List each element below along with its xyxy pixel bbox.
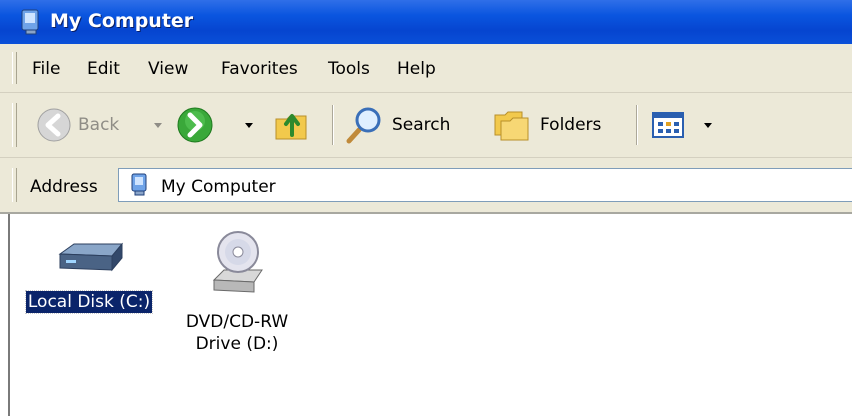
drive-c-label: Local Disk (C:) — [24, 290, 154, 314]
standard-toolbar: Back Search Folders — [0, 93, 852, 158]
drive-d-label-line1: DVD/CD-RW — [185, 312, 289, 332]
menu-bar-grip[interactable] — [12, 52, 17, 84]
folders-button[interactable]: Folders — [492, 105, 601, 145]
toolbar-separator — [332, 105, 334, 145]
menu-help[interactable]: Help — [397, 59, 436, 79]
views-icon — [652, 112, 684, 138]
file-view[interactable]: Local Disk (C:) DVD/CD-RW Drive (D:) — [0, 214, 852, 416]
my-computer-icon — [21, 9, 39, 35]
address-bar: Address My Computer — [0, 158, 852, 214]
views-dropdown-arrow-icon[interactable] — [704, 123, 712, 128]
menu-file[interactable]: File — [32, 59, 60, 79]
back-dropdown-arrow-icon[interactable] — [154, 123, 162, 128]
optical-drive-icon — [212, 231, 263, 293]
forward-button[interactable] — [176, 105, 214, 145]
address-input[interactable]: My Computer — [118, 168, 852, 202]
address-bar-grip[interactable] — [12, 168, 17, 202]
content-left-border — [8, 214, 10, 416]
my-computer-small-icon — [131, 173, 147, 196]
views-button[interactable] — [650, 105, 686, 145]
search-label: Search — [392, 115, 451, 135]
toolbar-grip[interactable] — [12, 103, 17, 147]
search-button[interactable]: Search — [344, 105, 450, 145]
menu-favorites[interactable]: Favorites — [221, 59, 298, 79]
up-folder-icon — [275, 114, 307, 140]
my-computer-window: My Computer File Edit View Favorites Too… — [0, 0, 852, 416]
forward-dropdown-arrow-icon[interactable] — [245, 123, 253, 128]
window-title: My Computer — [50, 10, 194, 32]
back-button[interactable]: Back — [36, 105, 119, 145]
address-value: My Computer — [161, 177, 276, 197]
folders-icon — [494, 111, 529, 141]
back-label: Back — [78, 115, 120, 135]
menu-tools[interactable]: Tools — [328, 59, 370, 79]
forward-arrow-icon — [177, 107, 213, 143]
back-arrow-icon — [37, 108, 71, 142]
title-bar[interactable]: My Computer — [0, 0, 852, 44]
hard-disk-icon — [58, 242, 124, 272]
menu-bar: File Edit View Favorites Tools Help — [0, 44, 852, 93]
up-folder-button[interactable] — [272, 105, 312, 145]
drive-local-disk-c[interactable]: Local Disk (C:) — [16, 226, 162, 314]
toolbar-separator — [636, 105, 638, 145]
drive-d-label-line2: Drive (D:) — [195, 334, 279, 354]
folders-label: Folders — [540, 115, 602, 135]
search-icon — [346, 107, 381, 144]
menu-edit[interactable]: Edit — [87, 59, 120, 79]
address-label: Address — [30, 177, 98, 197]
drive-dvd-cdrw-d[interactable]: DVD/CD-RW Drive (D:) — [164, 226, 310, 355]
menu-view[interactable]: View — [148, 59, 188, 79]
